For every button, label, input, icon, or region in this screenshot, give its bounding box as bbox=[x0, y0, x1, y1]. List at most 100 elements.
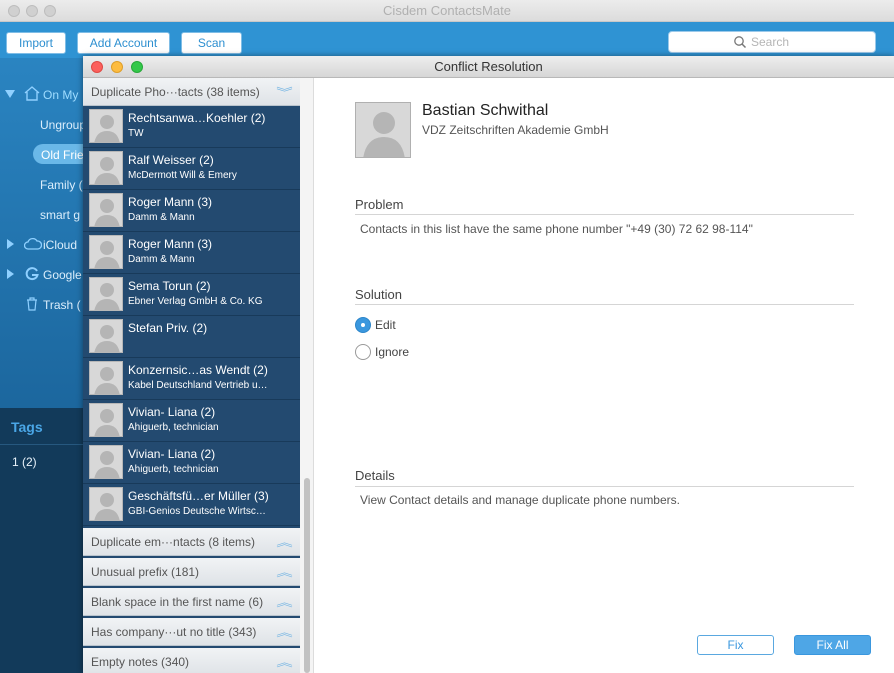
sidebar-item-google[interactable]: Google bbox=[43, 268, 82, 282]
contact-name: Rechtsanwa…Koehler (2) bbox=[128, 111, 266, 125]
contact-company: Ahiguerb, technician bbox=[128, 422, 219, 433]
contact-name: Geschäftsfü…er Müller (3) bbox=[128, 489, 269, 503]
contact-row[interactable]: Sema Torun (2) Ebner Verlag GmbH & Co. K… bbox=[83, 274, 300, 316]
scan-button[interactable]: Scan bbox=[181, 32, 242, 54]
cloud-icon bbox=[24, 238, 42, 250]
search-icon bbox=[734, 36, 747, 49]
disclosure-open-icon[interactable] bbox=[5, 90, 15, 98]
expand-chevron-icon[interactable]: ︽ bbox=[276, 534, 293, 550]
sidebar-item-smart-group[interactable]: smart g bbox=[40, 208, 80, 222]
contact-row[interactable]: Vivian- Liana (2) Ahiguerb, technician bbox=[83, 442, 300, 484]
sidebar-item-ungrouped[interactable]: Ungroup bbox=[40, 118, 86, 132]
expand-chevron-icon[interactable]: ︽ bbox=[276, 654, 293, 670]
sidebar-item-on-my[interactable]: On My bbox=[43, 88, 78, 102]
expand-chevron-icon[interactable]: ︽ bbox=[276, 594, 293, 610]
group-label: Duplicate em···ntacts (8 items) bbox=[91, 535, 256, 549]
issue-list: Duplicate Pho···tacts (38 items) ︾ Recht… bbox=[83, 78, 300, 673]
person-silhouette-icon bbox=[94, 493, 120, 520]
group-header-blank-space[interactable]: Blank space in the first name (6) ︽ bbox=[83, 588, 300, 616]
person-silhouette-icon bbox=[94, 199, 120, 226]
sidebar-item-family[interactable]: Family ( bbox=[40, 178, 83, 192]
contact-name: Vivian- Liana (2) bbox=[128, 447, 216, 461]
contact-row[interactable]: Roger Mann (3) Damm & Mann bbox=[83, 190, 300, 232]
contact-row[interactable]: Konzernsic…as Wendt (2) Kabel Deutschlan… bbox=[83, 358, 300, 400]
avatar bbox=[89, 277, 123, 311]
person-silhouette-icon bbox=[94, 241, 120, 268]
tags-section: Tags 1 (2) bbox=[0, 408, 84, 673]
contact-row[interactable]: Ralf Weisser (2) McDermott Will & Emery bbox=[83, 148, 300, 190]
contact-company: GBI-Genios Deutsche Wirtsc… bbox=[128, 506, 266, 517]
avatar bbox=[89, 361, 123, 395]
dialog-title: Conflict Resolution bbox=[434, 59, 543, 74]
person-silhouette-icon bbox=[94, 157, 120, 184]
contact-name: Roger Mann (3) bbox=[128, 237, 213, 251]
detail-avatar bbox=[355, 102, 411, 158]
ignore-radio[interactable] bbox=[355, 344, 371, 360]
disclosure-closed-icon[interactable] bbox=[7, 239, 14, 249]
main-title-bar: Cisdem ContactsMate bbox=[0, 0, 894, 22]
contact-row[interactable]: Vivian- Liana (2) Ahiguerb, technician bbox=[83, 400, 300, 442]
detail-contact-company: VDZ Zeitschriften Akademie GmbH bbox=[422, 123, 609, 137]
trash-icon bbox=[27, 297, 37, 311]
app-title: Cisdem ContactsMate bbox=[383, 3, 511, 18]
group-label: Empty notes (340) bbox=[91, 655, 190, 669]
contact-company: TW bbox=[128, 128, 144, 139]
sidebar-item-trash[interactable]: Trash ( bbox=[43, 298, 81, 312]
person-silhouette-icon bbox=[94, 367, 120, 394]
contact-name: Konzernsic…as Wendt (2) bbox=[128, 363, 268, 377]
expand-chevron-icon[interactable]: ︽ bbox=[276, 624, 293, 640]
fix-all-button[interactable]: Fix All bbox=[794, 635, 871, 655]
tag-item[interactable]: 1 (2) bbox=[12, 455, 37, 469]
person-silhouette-icon bbox=[94, 283, 120, 310]
fix-button[interactable]: Fix bbox=[697, 635, 774, 655]
disclosure-closed-icon[interactable] bbox=[7, 269, 14, 279]
conflict-resolution-dialog: Conflict Resolution Duplicate Pho···tact… bbox=[83, 56, 894, 673]
contact-row[interactable]: Rechtsanwa…Koehler (2) TW bbox=[83, 106, 300, 148]
ignore-radio-label[interactable]: Ignore bbox=[375, 345, 409, 359]
sidebar: On My Ungroup Old Frie Family ( smart g … bbox=[0, 58, 93, 673]
contact-name: Vivian- Liana (2) bbox=[128, 405, 216, 419]
contact-company: Ebner Verlag GmbH & Co. KG bbox=[128, 296, 263, 307]
edit-radio[interactable] bbox=[355, 317, 371, 333]
group-label: Has company···ut no title (343) bbox=[91, 625, 257, 639]
import-button[interactable]: Import bbox=[6, 32, 66, 54]
group-label: Unusual prefix (181) bbox=[91, 565, 200, 579]
contact-row[interactable]: Geschäftsfü…er Müller (3) GBI-Genios Deu… bbox=[83, 484, 300, 526]
contact-name: Stefan Priv. (2) bbox=[128, 321, 208, 335]
avatar bbox=[89, 151, 123, 185]
contact-company: Kabel Deutschland Vertrieb u… bbox=[128, 380, 268, 391]
search-placeholder: Search bbox=[751, 35, 790, 49]
edit-radio-label[interactable]: Edit bbox=[375, 318, 396, 332]
contact-row[interactable]: Stefan Priv. (2) bbox=[83, 316, 300, 358]
details-text: View Contact details and manage duplicat… bbox=[360, 493, 680, 507]
avatar bbox=[89, 403, 123, 437]
group-header-duplicate-email[interactable]: Duplicate em···ntacts (8 items) ︽ bbox=[83, 528, 300, 556]
contact-company: Damm & Mann bbox=[128, 212, 195, 223]
contact-name: Ralf Weisser (2) bbox=[128, 153, 214, 167]
group-header-unusual-prefix[interactable]: Unusual prefix (181) ︽ bbox=[83, 558, 300, 586]
dialog-title-bar: Conflict Resolution bbox=[83, 56, 894, 78]
person-silhouette-icon bbox=[94, 451, 120, 478]
sidebar-item-old-friends[interactable]: Old Frie bbox=[41, 148, 84, 162]
expand-chevron-icon[interactable]: ︽ bbox=[276, 564, 293, 580]
group-header-duplicate-phone[interactable]: Duplicate Pho···tacts (38 items) ︾ bbox=[83, 78, 300, 106]
contact-company: Damm & Mann bbox=[128, 254, 195, 265]
add-account-button[interactable]: Add Account bbox=[77, 32, 170, 54]
detail-contact-name: Bastian Schwithal bbox=[422, 102, 549, 119]
scrollbar-thumb[interactable] bbox=[304, 478, 310, 673]
contact-row[interactable]: Roger Mann (3) Damm & Mann bbox=[83, 232, 300, 274]
group-header-company-no-title[interactable]: Has company···ut no title (343) ︽ bbox=[83, 618, 300, 646]
avatar bbox=[89, 487, 123, 521]
collapse-chevron-icon[interactable]: ︾ bbox=[276, 84, 293, 100]
contact-company: Ahiguerb, technician bbox=[128, 464, 219, 475]
toolbar: Import Add Account Scan Search bbox=[0, 22, 894, 58]
person-silhouette-icon bbox=[363, 112, 405, 157]
tags-heading: Tags bbox=[11, 419, 43, 435]
search-input[interactable]: Search bbox=[668, 31, 876, 53]
avatar bbox=[89, 193, 123, 227]
person-silhouette-icon bbox=[94, 409, 120, 436]
sidebar-item-icloud[interactable]: iCloud bbox=[43, 238, 77, 252]
list-scrollbar[interactable] bbox=[300, 78, 314, 673]
home-icon bbox=[24, 86, 40, 101]
group-header-empty-notes[interactable]: Empty notes (340) ︽ bbox=[83, 648, 300, 673]
